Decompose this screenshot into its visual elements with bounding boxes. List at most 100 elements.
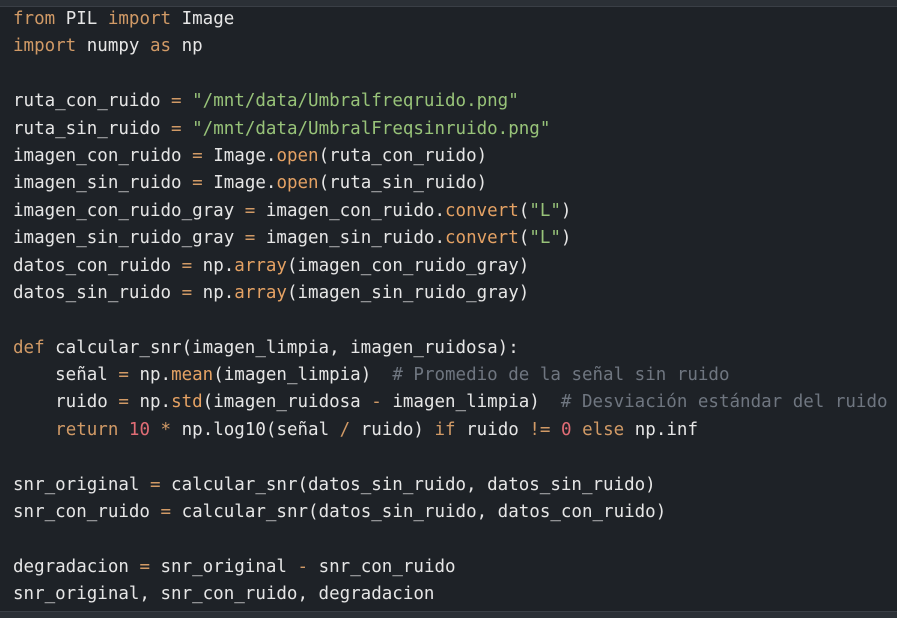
operator-token: =	[139, 556, 150, 577]
operator-token: =	[149, 474, 161, 495]
operator-token: =	[171, 118, 182, 139]
text-token: numpy	[76, 36, 150, 57]
code-line: datos_con_ruido = np.array(imagen_con_ru…	[0, 253, 897, 280]
code-line: from PIL import Image	[0, 6, 897, 33]
text-token: imagen_con_ruido	[13, 145, 193, 166]
text-token: calcular_snr(datos_sin_ruido, datos_con_…	[171, 502, 667, 523]
operator-token: =	[192, 173, 203, 194]
operator-token: =	[192, 145, 203, 166]
text-token: datos_sin_ruido	[13, 282, 182, 303]
text-token: (imagen_limpia)	[213, 365, 393, 386]
keyword-token: def	[13, 337, 45, 358]
text-token: (	[518, 228, 530, 249]
text-token: (imagen_sin_ruido_gray)	[286, 282, 530, 303]
text-token: calcular_snr(imagen_limpia, imagen_ruido…	[44, 337, 519, 358]
operator-token: !=	[529, 419, 551, 440]
text-token: imagen_con_ruido_gray	[13, 200, 245, 221]
function-token: array	[234, 282, 287, 303]
text-token: ruta_con_ruido	[13, 91, 172, 112]
text-token: datos_con_ruido	[13, 255, 182, 276]
text-token: np.	[192, 255, 235, 276]
code-line: snr_original, snr_con_ruido, degradacion	[0, 581, 897, 608]
text-token: np	[171, 36, 203, 57]
string-token: "/mnt/data/UmbralFreqsinruido.png"	[192, 118, 551, 139]
text-token: (imagen_ruidosa	[202, 392, 372, 413]
operator-token: =	[118, 392, 129, 413]
code-line: ruido = np.std(imagen_ruidosa - imagen_l…	[0, 389, 897, 416]
operator-token: =	[160, 502, 172, 523]
text-token: np.	[128, 365, 172, 386]
operator-token: =	[118, 365, 129, 386]
code-line: return 10 * np.log10(señal / ruido) if r…	[0, 417, 897, 444]
text-token: Image	[171, 9, 235, 29]
function-token: mean	[171, 365, 214, 386]
text-token: Image.	[202, 145, 277, 166]
text-token: ruido)	[350, 419, 435, 440]
text-token: np.	[128, 392, 172, 413]
keyword-token: return	[55, 419, 119, 440]
code-line: imagen_con_ruido = Image.open(ruta_con_r…	[0, 143, 897, 170]
text-token: (imagen_con_ruido_gray)	[286, 255, 530, 276]
operator-token: -	[371, 392, 382, 413]
text-token: ruta_sin_ruido	[13, 118, 172, 139]
code-line: degradacion = snr_original - snr_con_rui…	[0, 554, 897, 581]
code-line: imagen_sin_ruido_gray = imagen_sin_ruido…	[0, 225, 897, 252]
keyword-token: import	[13, 36, 77, 57]
code-line: snr_original = calcular_snr(datos_sin_ru…	[0, 472, 897, 499]
operator-token: =	[171, 91, 182, 112]
text-token: imagen_con_ruido.	[255, 200, 445, 221]
number-token: 10	[128, 419, 150, 440]
keyword-token: import	[107, 9, 172, 29]
code-line: imagen_sin_ruido = Image.open(ruta_sin_r…	[0, 170, 897, 197]
operator-token: -	[297, 556, 309, 577]
text-token: degradacion	[13, 556, 140, 577]
text-token: (	[518, 200, 530, 221]
text-token: ruido	[455, 419, 530, 440]
bottom-border	[0, 611, 897, 618]
code-line: import numpy as np	[0, 33, 897, 60]
function-token: std	[171, 392, 203, 413]
text-token: np.log10(señal	[171, 419, 340, 440]
code-line: ruta_sin_ruido = "/mnt/data/UmbralFreqsi…	[0, 116, 897, 143]
text-token: Image.	[202, 173, 277, 194]
text-token: PIL	[55, 9, 108, 29]
operator-token: *	[160, 419, 172, 440]
code-line: def calcular_snr(imagen_limpia, imagen_r…	[0, 335, 897, 362]
string-token: "/mnt/data/Umbralfreqruido.png"	[192, 91, 519, 112]
number-token: 0	[560, 419, 572, 440]
text-token: (ruta_sin_ruido)	[318, 173, 488, 194]
code-viewer: from PIL import Image import numpy as np …	[0, 0, 897, 618]
operator-token: =	[244, 228, 256, 249]
function-token: open	[276, 145, 319, 166]
text-token: imagen_limpia)	[381, 392, 561, 413]
operator-token: =	[181, 282, 193, 303]
text-token: snr_con_ruido	[308, 556, 456, 577]
text-token: snr_original	[13, 474, 150, 495]
string-token: "L"	[529, 228, 561, 249]
function-token: open	[276, 173, 319, 194]
python-code-block[interactable]: from PIL import Image import numpy as np …	[0, 6, 897, 612]
code-line: ruta_con_ruido = "/mnt/data/Umbralfreqru…	[0, 88, 897, 115]
operator-token: /	[339, 419, 351, 440]
text-token: snr_original, snr_con_ruido, degradacion	[13, 584, 435, 605]
text-token: imagen_sin_ruido	[13, 173, 193, 194]
keyword-token: if	[434, 419, 456, 440]
operator-token: =	[181, 255, 193, 276]
text-token: np.inf	[624, 419, 698, 440]
operator-token: =	[244, 200, 256, 221]
string-token: "L"	[529, 200, 561, 221]
code-line: imagen_con_ruido_gray = imagen_con_ruido…	[0, 198, 897, 225]
text-token: )	[560, 228, 572, 249]
text-token: np.	[192, 282, 235, 303]
function-token: convert	[445, 228, 519, 249]
